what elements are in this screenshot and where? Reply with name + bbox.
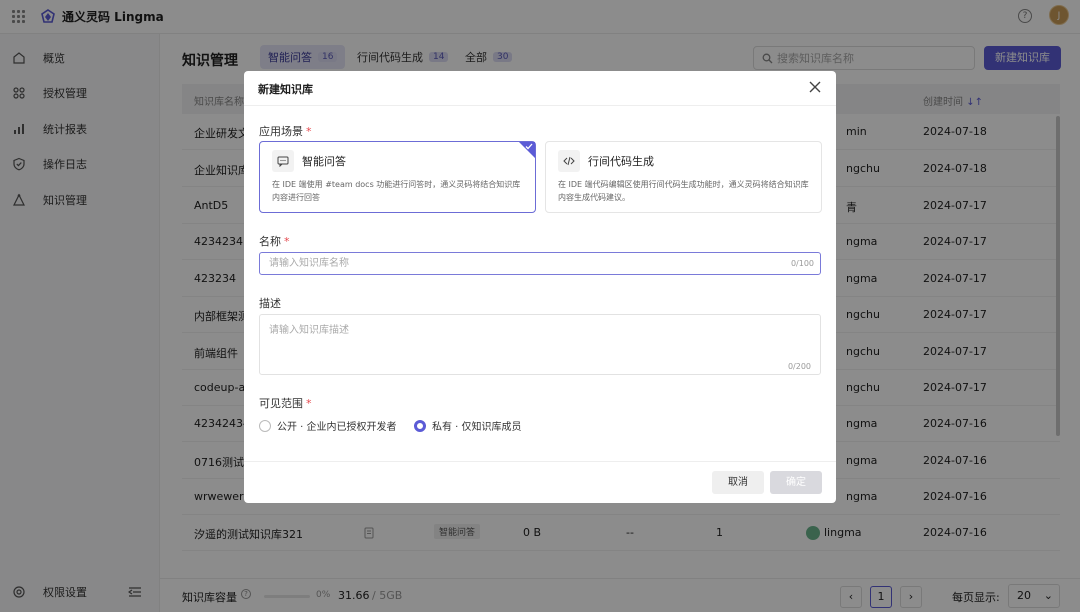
card-title: 行间代码生成 <box>588 155 654 168</box>
visibility-label-text: 可见范围 <box>259 397 303 410</box>
scene-card-inline-code[interactable]: 行间代码生成 在 IDE 端代码编辑区使用行间代码生成功能时，通义灵码将结合知识… <box>545 141 822 213</box>
description-label: 描述 <box>259 297 281 310</box>
close-icon[interactable] <box>809 81 821 93</box>
radio-circle[interactable] <box>414 419 426 432</box>
check-icon <box>525 143 533 150</box>
required-mark: * <box>306 125 312 138</box>
name-char-count: 0/100 <box>790 259 814 268</box>
radio-label: 公开 · 企业内已授权开发者 <box>277 422 397 433</box>
dialog-title: 新建知识库 <box>258 83 313 96</box>
scene-card-qa[interactable]: 智能问答 在 IDE 端使用 #team docs 功能进行问答时，通义灵码将结… <box>259 141 536 213</box>
chat-icon <box>272 150 294 172</box>
name-label: 名称 * <box>259 233 290 249</box>
confirm-button[interactable]: 确定 <box>770 471 822 494</box>
scene-label: 应用场景 * <box>259 123 312 139</box>
required-mark: * <box>284 235 290 248</box>
visibility-public-radio[interactable]: 公开 · 企业内已授权开发者 <box>259 418 397 433</box>
dialog-footer-divider <box>244 461 836 462</box>
name-input[interactable]: 请输入知识库名称 0/100 <box>259 252 821 275</box>
radio-circle[interactable] <box>259 419 271 432</box>
visibility-label: 可见范围 * <box>259 395 312 411</box>
card-title: 智能问答 <box>302 155 346 168</box>
description-placeholder: 请输入知识库描述 <box>269 325 349 336</box>
scene-label-text: 应用场景 <box>259 125 303 138</box>
cancel-button[interactable]: 取消 <box>712 471 764 494</box>
required-mark: * <box>306 397 312 410</box>
dialog-divider <box>244 105 836 106</box>
description-textarea[interactable]: 请输入知识库描述 0/200 <box>259 314 821 375</box>
card-description: 在 IDE 端使用 #team docs 功能进行问答时，通义灵码将结合知识库内… <box>272 180 521 202</box>
new-knowledge-base-dialog: 新建知识库 应用场景 * 智能问答 在 IDE 端使用 #team docs 功能… <box>244 71 836 503</box>
name-label-text: 名称 <box>259 235 281 248</box>
name-placeholder: 请输入知识库名称 <box>269 258 349 269</box>
description-char-count: 0/200 <box>787 362 811 371</box>
card-description: 在 IDE 端代码编辑区使用行间代码生成功能时，通义灵码将结合知识库内容生成代码… <box>558 180 809 202</box>
code-icon <box>558 150 580 172</box>
visibility-private-radio[interactable]: 私有 · 仅知识库成员 <box>414 418 522 433</box>
radio-label: 私有 · 仅知识库成员 <box>432 422 522 433</box>
